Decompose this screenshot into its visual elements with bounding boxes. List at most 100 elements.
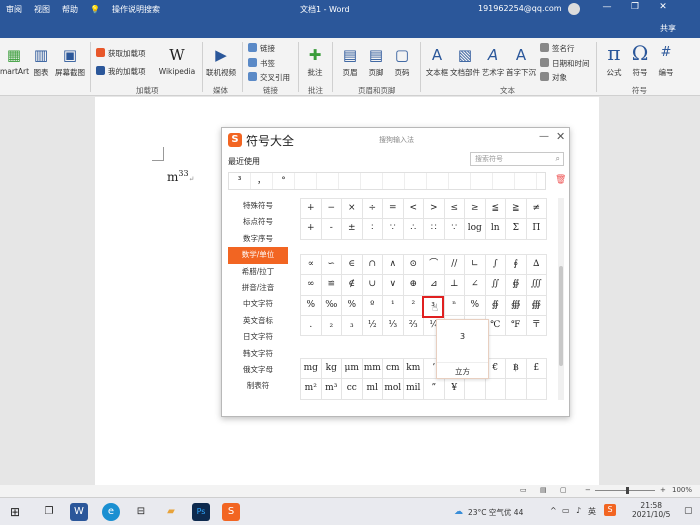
symbol-cell[interactable] xyxy=(465,379,486,400)
tray-chevron-icon[interactable]: ^ xyxy=(550,506,557,515)
symbol-cell[interactable]: ∶ xyxy=(362,219,383,240)
close-button[interactable]: ✕ xyxy=(656,2,670,16)
share-button[interactable]: 共享 xyxy=(660,23,676,34)
symbol-cell[interactable]: m² xyxy=(301,379,322,400)
symbol-cell[interactable]: ⌒ xyxy=(424,255,445,276)
symbol-cell[interactable]: ∟ xyxy=(465,255,486,276)
menu-view[interactable]: 视图 xyxy=(28,4,56,15)
symbol-cell[interactable]: ∞ xyxy=(301,275,322,296)
signature-line-button[interactable]: 签名行 xyxy=(540,43,575,54)
symbol-cell[interactable]: mol xyxy=(383,379,404,400)
recent-symbol-cell[interactable] xyxy=(295,173,317,189)
symbol-cell[interactable]: ∵ xyxy=(444,219,465,240)
document-text[interactable]: m33↵ xyxy=(167,169,194,184)
recent-symbol-cell[interactable] xyxy=(471,173,493,189)
category-item[interactable]: 英文音标 xyxy=(228,313,288,329)
symbol-cell[interactable]: 〒 xyxy=(526,315,547,337)
input-language[interactable]: 英 xyxy=(588,506,596,517)
symbol-cell[interactable]: ∆ xyxy=(526,255,547,276)
symbol-search-input[interactable]: 搜索符号 ⌕ xyxy=(470,152,564,166)
symbol-cell[interactable]: ∵ xyxy=(383,219,404,240)
symbol-cell[interactable]: km xyxy=(403,359,424,380)
task-view-icon[interactable]: ❐ xyxy=(40,503,58,521)
object-button[interactable]: 对象 xyxy=(540,72,567,83)
symbol-cell[interactable]: ∯ xyxy=(506,275,527,296)
read-mode-icon[interactable]: ▭ xyxy=(520,486,527,494)
zoom-slider-thumb[interactable] xyxy=(626,487,629,494)
symbol-cell[interactable]: ∰ xyxy=(526,295,547,316)
symbol-cell[interactable]: cm xyxy=(383,359,404,380)
symbol-cell[interactable] xyxy=(526,379,547,400)
zoom-slider[interactable] xyxy=(595,490,655,491)
symbol-cell[interactable]: ฿ xyxy=(506,359,527,380)
symbol-cell[interactable]: ± xyxy=(342,219,363,240)
symbol-cell[interactable]: + xyxy=(301,219,322,240)
online-video-button[interactable]: ▶ 联机视频 xyxy=(204,46,238,78)
symbol-cell[interactable]: mil xyxy=(403,379,424,400)
symbol-cell[interactable]: ∷ xyxy=(424,219,445,240)
recent-symbol-cell[interactable]: ³ xyxy=(229,173,251,189)
dialog-minimize-button[interactable]: — xyxy=(539,131,549,142)
category-item[interactable]: 标点符号 xyxy=(228,214,288,230)
symbol-cell[interactable]: ∮ xyxy=(506,255,527,276)
symbol-cell[interactable]: . xyxy=(301,315,322,337)
symbol-cell[interactable]: ⅔ xyxy=(403,315,424,337)
maximize-button[interactable]: ❐ xyxy=(628,2,642,16)
symbol-cell[interactable]: £ xyxy=(526,359,547,380)
symbol-cell[interactable]: ∭ xyxy=(526,275,547,296)
symbol-cell[interactable]: − xyxy=(321,199,342,220)
symbol-cell[interactable]: ml xyxy=(362,379,383,400)
symbol-cell[interactable]: mm xyxy=(362,359,383,380)
recent-symbol-cell[interactable] xyxy=(515,173,537,189)
print-layout-icon[interactable]: ▤ xyxy=(540,486,547,494)
menu-review[interactable]: 审阅 xyxy=(0,4,28,15)
symbol-cell[interactable]: ⁿ xyxy=(444,295,465,316)
symbol-cell[interactable]: ∬ xyxy=(485,275,506,296)
symbol-cell[interactable]: ⊙ xyxy=(403,255,424,276)
symbol-cell[interactable]: ℉ xyxy=(506,315,527,337)
date-time-button[interactable]: 日期和时间 xyxy=(540,58,590,69)
symbol-cell[interactable]: ‰ xyxy=(321,295,342,316)
recent-symbol-cell[interactable] xyxy=(405,173,427,189)
symbol-cell[interactable]: ¥ xyxy=(444,379,465,400)
recent-symbol-cell[interactable] xyxy=(449,173,471,189)
symbol-cell[interactable]: ₂ xyxy=(321,315,342,337)
store-icon[interactable]: ⊟ xyxy=(132,503,150,521)
symbol-cell[interactable]: ∈ xyxy=(342,255,363,276)
comment-button[interactable]: ✚ 批注 xyxy=(302,46,328,78)
symbol-cell[interactable]: ∠ xyxy=(465,275,486,296)
header-button[interactable]: ▤ 页眉 xyxy=(338,46,362,78)
my-addins-button[interactable]: 我的加载项 xyxy=(96,66,146,77)
volume-icon[interactable]: ♪ xyxy=(576,506,581,515)
symbol-cell[interactable]: ∴ xyxy=(403,219,424,240)
symbol-cell[interactable]: μm xyxy=(342,359,363,380)
symbol-cell[interactable]: º xyxy=(362,295,383,316)
recent-symbol-cell[interactable] xyxy=(361,173,383,189)
wordart-button[interactable]: A 艺术字 xyxy=(480,46,506,78)
symbol-button[interactable]: Ω 符号 xyxy=(628,42,652,78)
symbol-cell[interactable]: cc xyxy=(342,379,363,400)
avatar[interactable] xyxy=(568,3,580,15)
recent-symbol-cell[interactable] xyxy=(427,173,449,189)
symbol-cell[interactable]: ÷ xyxy=(362,199,383,220)
category-item[interactable]: 中文字符 xyxy=(228,296,288,312)
recent-symbol-cell[interactable] xyxy=(339,173,361,189)
sogou-taskbar-icon[interactable]: S xyxy=(222,503,240,521)
category-item[interactable]: 希腊/拉丁 xyxy=(228,264,288,280)
bookmark-button[interactable]: 书签 xyxy=(248,58,275,69)
symbol-cell[interactable]: log xyxy=(465,219,486,240)
clock[interactable]: 21:58 2021/10/5 xyxy=(632,501,670,519)
weather-text[interactable]: 23°C 空气优 44 xyxy=(468,507,523,518)
symbol-cell[interactable]: ∝ xyxy=(301,255,322,276)
category-item[interactable]: 俄文字母 xyxy=(228,362,288,378)
edge-browser-icon[interactable]: e xyxy=(102,503,120,521)
symbol-cell[interactable]: ∧ xyxy=(383,255,404,276)
minimize-button[interactable]: — xyxy=(600,2,614,16)
symbol-cell[interactable]: m³ xyxy=(321,379,342,400)
symbol-cell[interactable]: ln xyxy=(485,219,506,240)
footer-button[interactable]: ▤ 页脚 xyxy=(364,46,388,78)
menu-help[interactable]: 帮助 xyxy=(56,4,84,15)
symbol-cell[interactable]: % xyxy=(342,295,363,316)
user-email[interactable]: 191962254@qq.com xyxy=(478,4,562,13)
category-item[interactable]: 拼音/注音 xyxy=(228,280,288,296)
